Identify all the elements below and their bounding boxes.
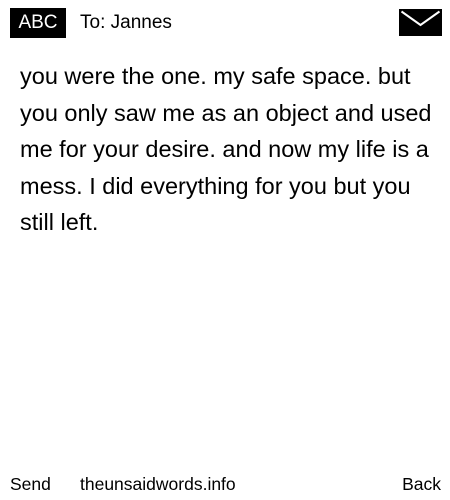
message-body[interactable]: you were the one. my safe space. but you… [20,58,436,241]
back-button[interactable]: Back [402,471,441,497]
site-label: theunsaidwords.info [80,474,236,494]
send-button[interactable]: Send [10,471,51,497]
softkey-bar: Send theunsaidwords.info Back [0,471,450,497]
recipient-label: To: Jannes [80,12,172,33]
input-mode-badge[interactable]: ABC [10,8,66,38]
message-header: ABC To: Jannes [0,0,450,44]
envelope-icon [399,9,442,36]
